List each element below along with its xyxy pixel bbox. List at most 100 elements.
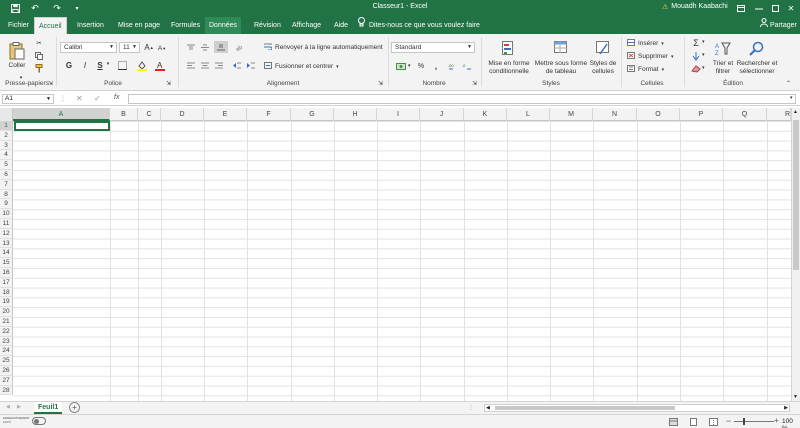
- currency-icon[interactable]: [394, 62, 408, 71]
- decrease-decimal-icon[interactable]: ,0: [461, 62, 473, 71]
- row-header[interactable]: 13: [0, 238, 13, 249]
- delete-cells-button[interactable]: Supprimer ▾: [627, 52, 674, 61]
- grow-font-button[interactable]: A ▲: [144, 42, 154, 53]
- column-header[interactable]: H: [334, 108, 377, 121]
- autosum-icon[interactable]: Σ: [690, 38, 702, 48]
- tab-affichage[interactable]: Affichage: [288, 17, 325, 34]
- row-header[interactable]: 16: [0, 267, 13, 278]
- tell-me-search[interactable]: Dites-nous ce que vous voulez faire: [358, 17, 480, 34]
- column-header[interactable]: E: [204, 108, 247, 121]
- column-header[interactable]: O: [637, 108, 680, 121]
- fill-icon[interactable]: [690, 51, 702, 61]
- row-header[interactable]: 3: [0, 140, 13, 151]
- tab-aide[interactable]: Aide: [330, 17, 352, 34]
- row-header[interactable]: 8: [0, 189, 13, 200]
- column-header[interactable]: D: [161, 108, 204, 121]
- insert-cells-button[interactable]: Insérer ▾: [627, 39, 664, 48]
- percent-button[interactable]: %: [416, 61, 426, 72]
- clipboard-launcher-icon[interactable]: ⇲: [48, 80, 53, 87]
- merge-center-button[interactable]: Fusionner et centrer ▾: [264, 62, 339, 71]
- row-header[interactable]: 12: [0, 228, 13, 239]
- insert-function-button[interactable]: fx: [114, 94, 119, 101]
- underline-button[interactable]: S: [95, 60, 105, 71]
- currency-dropdown-icon[interactable]: ▾: [408, 63, 411, 69]
- column-header[interactable]: R: [767, 108, 791, 121]
- expand-formula-bar-icon[interactable]: ▾: [790, 95, 793, 101]
- row-header[interactable]: 17: [0, 277, 13, 288]
- row-header[interactable]: 15: [0, 258, 13, 268]
- clear-icon[interactable]: [690, 64, 702, 74]
- row-header[interactable]: 10: [0, 209, 13, 219]
- tab-insertion[interactable]: Insertion: [73, 17, 108, 34]
- row-header[interactable]: 4: [0, 150, 13, 161]
- tab-donnees[interactable]: Données: [205, 17, 242, 34]
- clear-dropdown-icon[interactable]: ▾: [702, 65, 705, 71]
- tab-revision[interactable]: Révision: [250, 17, 285, 34]
- row-header[interactable]: 19: [0, 297, 13, 308]
- column-header[interactable]: L: [507, 108, 550, 121]
- normal-view-icon[interactable]: [668, 417, 678, 426]
- column-header[interactable]: I: [377, 108, 420, 121]
- scroll-right-icon[interactable]: ▶: [784, 405, 788, 411]
- font-size-select[interactable]: 11 ▼: [119, 42, 140, 53]
- collapse-ribbon-icon[interactable]: ⌃: [786, 80, 791, 87]
- copy-icon[interactable]: [34, 51, 44, 60]
- row-header[interactable]: 28: [0, 385, 13, 396]
- row-header[interactable]: 11: [0, 218, 13, 229]
- row-header[interactable]: 24: [0, 346, 13, 357]
- orientation-icon[interactable]: ab: [233, 43, 247, 51]
- scroll-left-icon[interactable]: ◀: [486, 405, 490, 411]
- row-header[interactable]: 23: [0, 336, 13, 347]
- vertical-scrollbar[interactable]: ▲ ▼: [791, 108, 800, 401]
- row-header[interactable]: 2: [0, 130, 13, 141]
- number-launcher-icon[interactable]: ⇲: [472, 80, 477, 87]
- align-right-icon[interactable]: [214, 61, 224, 69]
- share-button[interactable]: Partager: [760, 17, 797, 34]
- scroll-down-icon[interactable]: ▼: [793, 394, 798, 400]
- column-header[interactable]: K: [464, 108, 507, 121]
- row-header[interactable]: 5: [0, 160, 13, 170]
- cell-styles-button[interactable]: Styles de cellules: [588, 38, 618, 78]
- customize-qat-icon[interactable]: ▾: [70, 2, 84, 14]
- thousands-separator-button[interactable]: ,: [431, 61, 441, 72]
- align-top-icon[interactable]: [186, 43, 196, 51]
- column-header[interactable]: P: [680, 108, 723, 121]
- cut-icon[interactable]: ✂: [34, 38, 44, 47]
- zoom-level[interactable]: 100 %: [782, 418, 800, 428]
- scroll-up-icon[interactable]: ▲: [793, 109, 798, 115]
- column-header[interactable]: N: [593, 108, 637, 121]
- font-color-icon[interactable]: A: [154, 60, 166, 71]
- zoom-in-button[interactable]: +: [774, 416, 779, 425]
- decrease-indent-icon[interactable]: [232, 61, 242, 69]
- redo-icon[interactable]: ↷: [50, 2, 64, 14]
- bold-button[interactable]: G: [64, 60, 74, 71]
- shrink-font-button[interactable]: A ▼: [157, 43, 167, 54]
- add-sheet-icon[interactable]: +: [69, 402, 80, 413]
- tab-formules[interactable]: Formules: [167, 17, 204, 34]
- row-header[interactable]: 7: [0, 179, 13, 190]
- tab-accueil[interactable]: Accueil: [34, 17, 67, 34]
- active-cell-a1[interactable]: [14, 121, 110, 131]
- fill-dropdown-icon[interactable]: ▾: [702, 52, 705, 58]
- fill-color-icon[interactable]: [136, 60, 148, 71]
- increase-indent-icon[interactable]: [246, 61, 256, 69]
- font-launcher-icon[interactable]: ⇲: [166, 80, 171, 87]
- row-header[interactable]: 21: [0, 316, 13, 327]
- number-format-select[interactable]: Standard ▼: [391, 42, 475, 53]
- zoom-slider-track[interactable]: [734, 421, 774, 422]
- column-header[interactable]: B: [110, 108, 138, 121]
- page-layout-view-icon[interactable]: [688, 417, 698, 426]
- column-header[interactable]: J: [420, 108, 464, 121]
- cell-area[interactable]: [13, 121, 791, 401]
- row-header[interactable]: 14: [0, 248, 13, 259]
- column-header[interactable]: F: [247, 108, 291, 121]
- increase-decimal-icon[interactable]: ,00: [447, 62, 459, 71]
- column-header[interactable]: A: [13, 108, 110, 121]
- row-header[interactable]: 6: [0, 169, 13, 180]
- autosum-dropdown-icon[interactable]: ▾: [702, 39, 705, 45]
- column-header[interactable]: Q: [723, 108, 767, 121]
- column-header[interactable]: G: [291, 108, 334, 121]
- tab-mise-en-page[interactable]: Mise en page: [114, 17, 164, 34]
- wrap-text-button[interactable]: Renvoyer à la ligne automatiquement: [264, 43, 383, 52]
- borders-icon[interactable]: [116, 60, 128, 71]
